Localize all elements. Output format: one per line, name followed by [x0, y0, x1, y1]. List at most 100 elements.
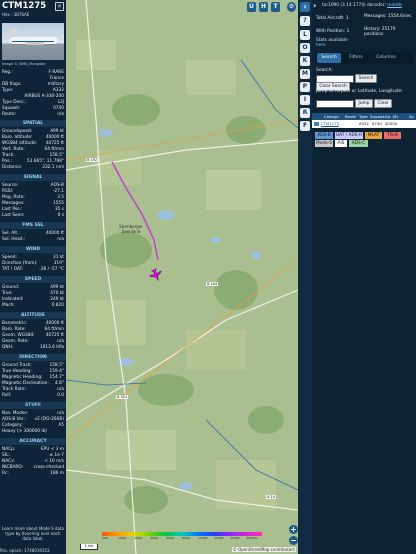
jump-button[interactable]: Jump	[355, 99, 373, 108]
info-row-value: 154.7°	[49, 375, 64, 380]
sidebar-header: › tar1090 (3.14.1774) decoder: readsb	[312, 0, 416, 12]
info-row-value: n/a	[57, 339, 64, 344]
section-header[interactable]: SPATIAL	[0, 120, 66, 127]
altitude-color-legend: 500 1000 2000 4000 6000 8000 10000 20000 30000 40…	[102, 532, 262, 540]
map-scale: 1 km	[80, 544, 98, 550]
close-icon[interactable]: ✕	[55, 2, 64, 11]
col-type[interactable]: Type	[359, 113, 368, 120]
section-header[interactable]: STUFF	[0, 402, 66, 409]
toolbar-button-p[interactable]: P	[300, 82, 310, 92]
toolbar-button-r[interactable]: R	[300, 108, 310, 118]
row-callsign[interactable]: CTM1275	[321, 120, 339, 128]
search-button[interactable]: Search	[355, 74, 377, 83]
col-route[interactable]: Route	[345, 113, 356, 120]
table-row[interactable]: CTM1275 A332 0740 40000	[312, 120, 416, 128]
stats-link[interactable]: here	[316, 43, 326, 48]
zoom-out-button[interactable]: −	[289, 536, 298, 545]
source-filter-button[interactable]: ADS-C	[349, 140, 368, 147]
info-row-label: Heavy (> 300000 lb)	[2, 429, 47, 434]
info-row-label: Track Rate:	[2, 387, 26, 392]
clear-button[interactable]: Clear	[374, 99, 392, 108]
info-row-label: Nav. Modes:	[2, 411, 29, 416]
source-filter-button[interactable]: Mode-S	[315, 140, 333, 147]
settings-gear-icon[interactable]: ⚙	[287, 2, 296, 12]
toolbar-button-o[interactable]: O	[300, 43, 310, 53]
legend-tick-label: 40000+	[246, 536, 259, 540]
map-view[interactable]: Sternberger Seenland B 192 B 104 B 321 A…	[66, 0, 298, 554]
source-filter-button[interactable]: AIS	[335, 140, 347, 147]
zoom-in-button[interactable]: +	[289, 525, 298, 534]
col-squawk[interactable]: Squawk	[370, 113, 385, 120]
col-callsign[interactable]: Callsign	[324, 113, 339, 120]
jump-input[interactable]	[316, 100, 354, 108]
info-row-label: Magnetic Heading:	[2, 375, 43, 380]
toolbar-button-m[interactable]: M	[300, 69, 310, 79]
info-row-label: Sel. Head.:	[2, 237, 26, 242]
map-toggle-u-button[interactable]: U	[247, 2, 256, 12]
tab-columns[interactable]: Columns	[371, 53, 401, 63]
info-row-label: Pos.:	[2, 159, 13, 164]
col-altitude[interactable]: Alt. (ft)	[385, 113, 398, 120]
tab-filters[interactable]: Filters	[343, 53, 369, 63]
source-filter-button[interactable]: UAT / ADS-R	[335, 132, 363, 139]
info-row-label: Last Pos.:	[2, 207, 23, 212]
info-row-value: 1013.6 hPa	[39, 345, 64, 350]
aircraft-photo[interactable]	[2, 23, 64, 60]
section-header[interactable]: SPEED	[0, 276, 66, 283]
section-header[interactable]: SIGNAL	[0, 174, 66, 181]
road-label: B 192	[86, 158, 99, 162]
info-row-label: Track:	[2, 153, 15, 158]
info-row-value: ≤ 1e-7	[49, 453, 64, 458]
toggle-sidebar-icon[interactable]: ›	[300, 2, 310, 12]
section-header[interactable]: FMS SEL	[0, 222, 66, 229]
row-squawk: 0740	[372, 121, 382, 126]
info-row-value: 159.4°	[49, 369, 64, 374]
osm-attribution[interactable]: © OpenStreetMap contributors	[231, 547, 296, 552]
section-header[interactable]: ALTITUDE	[0, 312, 66, 319]
section-header[interactable]: DIRECTION	[0, 354, 66, 361]
info-row-value: 319°	[53, 261, 64, 266]
collapse-arrow-icon[interactable]: ›	[313, 2, 321, 10]
info-row-label: Type Desc.:	[2, 100, 27, 105]
info-row-value: France	[49, 76, 64, 81]
info-row-label: Vert. Rate:	[2, 147, 25, 152]
tab-search[interactable]: Search	[317, 53, 341, 63]
info-row-label: Category:	[2, 423, 23, 428]
toolbar-button-f[interactable]: F	[300, 121, 310, 131]
info-row-value: 3.5	[57, 195, 64, 200]
info-row-label: QNH:	[2, 345, 14, 350]
info-row-value: cross-checked	[33, 465, 65, 470]
section-header[interactable]: WIND	[0, 246, 66, 253]
info-row-value: < 10 m/s	[44, 459, 64, 464]
readsb-link[interactable]: readsb	[387, 3, 402, 8]
info-row-label: Sel. Alt.:	[2, 231, 20, 236]
map-canvas[interactable]	[66, 0, 298, 554]
version-info: tar1090 (3.14.1774) decoder: readsb	[322, 3, 402, 8]
info-row-value: 0.820	[51, 303, 64, 308]
source-filter-button[interactable]: MLAT	[365, 132, 382, 139]
info-row-value: 158.5°	[49, 153, 64, 158]
row-altitude: 40000	[385, 121, 398, 126]
info-row-value: 470 kt	[50, 291, 64, 296]
map-toggle-t-button[interactable]: T	[271, 2, 280, 12]
toolbar-button-k[interactable]: K	[300, 56, 310, 66]
map-toggle-h-button[interactable]: H	[259, 2, 268, 12]
info-row-label: Ground:	[2, 285, 20, 290]
section-header[interactable]: ACCURACY	[0, 438, 66, 445]
col-speed[interactable]: Sp	[409, 113, 414, 120]
help-icon[interactable]: ?	[300, 16, 310, 26]
source-filter-button[interactable]: TIS-B	[384, 132, 401, 139]
with-position: With Position: 1	[316, 29, 350, 34]
info-row-label: Msg. Rate:	[2, 195, 25, 200]
info-row-label: Barometric:	[2, 321, 28, 326]
info-row-value: 499 kt	[50, 285, 64, 290]
legend-tick-label: 8000	[182, 536, 190, 540]
legend-tick-label: 4000	[150, 536, 158, 540]
source-filter-button[interactable]: ADS-B	[315, 132, 333, 139]
toolbar-button-i[interactable]: I	[300, 95, 310, 105]
info-row-value: ADS-B	[50, 183, 64, 188]
info-row-label: RSSI:	[2, 189, 14, 194]
aircraft-marker-icon[interactable]	[148, 267, 164, 283]
toolbar-button-l[interactable]: L	[300, 30, 310, 40]
info-row-label: NACp:	[2, 447, 16, 452]
